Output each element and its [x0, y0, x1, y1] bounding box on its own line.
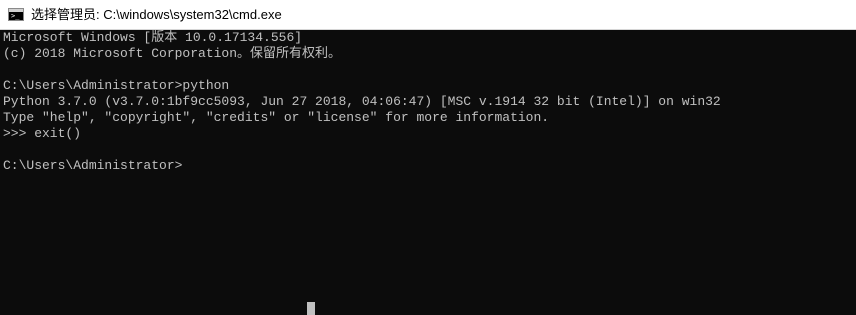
window-title: 选择管理员: C:\windows\system32\cmd.exe	[31, 7, 282, 22]
title-bar[interactable]: >_ 选择管理员: C:\windows\system32\cmd.exe	[0, 0, 856, 30]
cmd-icon[interactable]: >_	[8, 8, 24, 21]
console-line-6: Type "help", "copyright", "credits" or "…	[3, 110, 550, 125]
console-line-1: Microsoft Windows [版本 10.0.17134.556]	[3, 30, 303, 45]
cmd-window: >_ 选择管理员: C:\windows\system32\cmd.exe Mi…	[0, 0, 856, 315]
console-line-2: (c) 2018 Microsoft Corporation。保留所有权利。	[3, 46, 342, 61]
console-output[interactable]: Microsoft Windows [版本 10.0.17134.556] (c…	[3, 30, 853, 315]
console-line-7: >>> exit()	[3, 126, 82, 141]
console-line-4: C:\Users\Administrator>python	[3, 78, 230, 93]
cmd-icon-prompt: >_	[11, 12, 20, 20]
text-cursor	[307, 302, 315, 315]
console-line-5: Python 3.7.0 (v3.7.0:1bf9cc5093, Jun 27 …	[3, 94, 721, 109]
console-line-9: C:\Users\Administrator>	[3, 158, 183, 173]
